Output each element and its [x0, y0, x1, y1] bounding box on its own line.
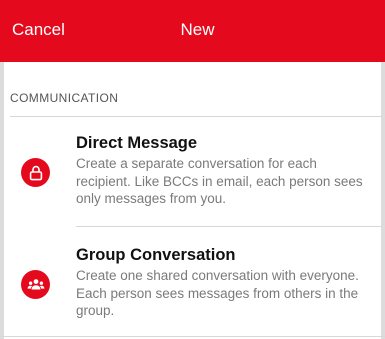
option-title: Direct Message	[76, 134, 198, 152]
direct-message-option[interactable]: Direct Message Create a separate convers…	[0, 116, 385, 226]
lock-icon	[21, 158, 50, 187]
bottom-divider	[0, 336, 385, 337]
group-conversation-option[interactable]: Group Conversation Create one shared con…	[0, 226, 385, 336]
navigation-bar: Cancel New	[0, 0, 385, 62]
page-title: New	[180, 20, 215, 39]
people-icon	[21, 270, 50, 299]
section-header: COMMUNICATION	[10, 91, 119, 105]
option-title: Group Conversation	[76, 246, 236, 264]
option-description: Create one shared conversation with ever…	[76, 268, 359, 318]
people-icon-glyph	[27, 278, 44, 289]
lock-icon-glyph	[29, 165, 42, 180]
option-description: Create a separate conversation for each …	[76, 156, 363, 206]
new-conversation-screen: Cancel New COMMUNICATION Direct Message …	[0, 0, 385, 339]
